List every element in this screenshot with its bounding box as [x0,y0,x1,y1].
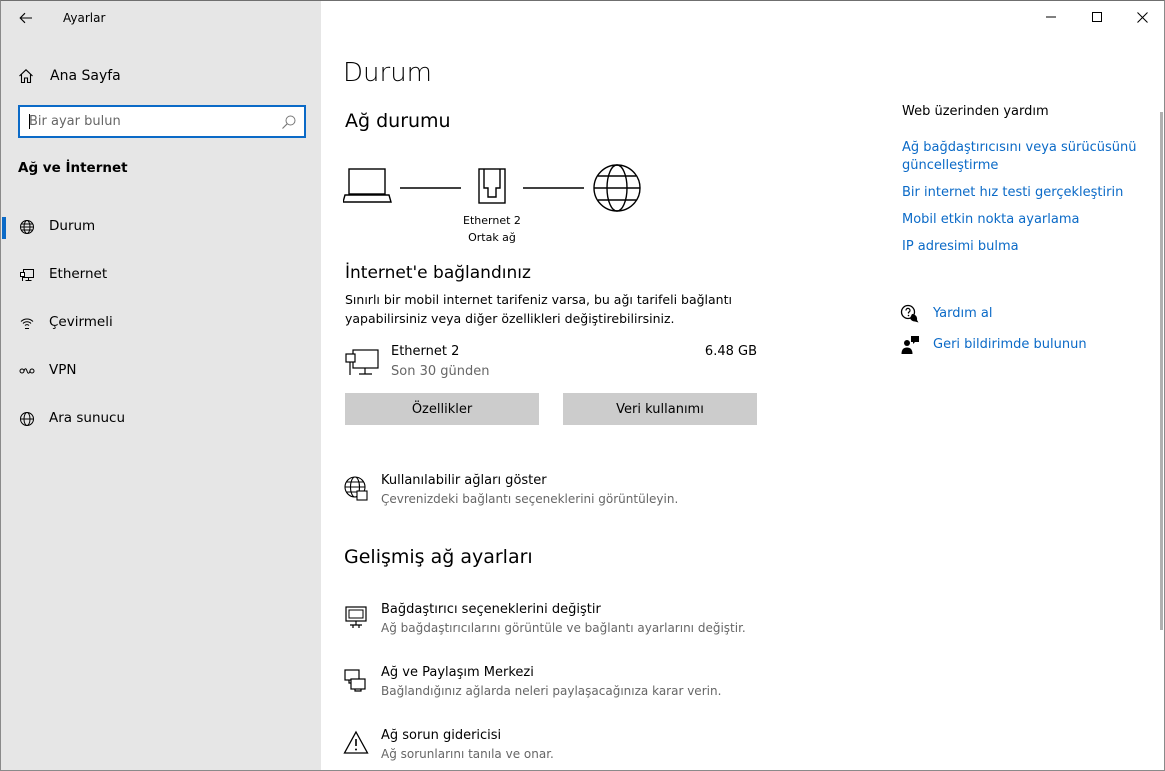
laptop-icon [343,168,392,203]
give-feedback-label: Geri bildirimde bulunun [933,337,1087,352]
data-usage-button[interactable]: Veri kullanımı [563,393,757,425]
help-link-speed-test[interactable]: Bir internet hız testi gerçekleştirin [902,184,1137,202]
search-icon[interactable] [281,114,297,130]
network-sharing-center[interactable]: Ağ ve Paylaşım Merkezi Bağlandığınız ağl… [343,665,783,707]
sidebar-item-label: Ethernet [49,266,108,282]
help-link-find-ip[interactable]: IP adresimi bulma [902,238,1137,256]
proxy-globe-icon [18,410,36,428]
link-title: Bağdaştırıcı seçeneklerini değiştir [381,602,601,617]
help-panel-title: Web üzerinden yardım [902,104,1049,119]
help-chat-icon [900,304,919,323]
adapter-usage-row: Ethernet 2 Son 30 günden 6.48 GB [345,344,757,384]
sidebar-item-durum[interactable]: Durum [2,203,321,251]
help-link-update-driver[interactable]: Ağ bağdaştırıcısını veya sürücüsünü günc… [902,139,1137,175]
link-title: Ağ ve Paylaşım Merkezi [381,665,534,680]
internet-globe-icon [593,164,641,212]
sidebar: Ayarlar Ana Sayfa Ağ ve İnternet Durum [1,1,321,770]
page-title: Durum [343,58,432,88]
ethernet-adapter-icon [345,349,379,375]
warning-triangle-icon [343,730,369,754]
link-subtitle: Bağlandığınız ağlarda neleri paylaşacağı… [381,684,722,698]
sidebar-home[interactable]: Ana Sayfa [17,65,121,87]
network-globe-icon [344,476,368,501]
show-available-networks[interactable]: Kullanılabilir ağları göster Çevrenizdek… [343,473,783,515]
back-arrow-icon [19,12,32,24]
search-input[interactable] [20,107,270,136]
network-status-heading: Ağ durumu [345,110,451,132]
sharing-center-icon [344,669,366,692]
diagram-adapter-name: Ethernet 2 [463,214,521,227]
sidebar-item-label: Ara sunucu [49,410,126,426]
link-title: Ağ sorun gidericisi [381,728,502,743]
adapter-period: Son 30 günden [391,364,490,379]
scrollbar[interactable] [1160,112,1163,630]
text-caret [29,114,30,129]
get-help-link[interactable]: Yardım al [900,304,1150,326]
give-feedback-link[interactable]: Geri bildirimde bulunun [900,335,1150,357]
sidebar-item-label: VPN [49,362,77,378]
dialup-icon [18,314,36,332]
change-adapter-options[interactable]: Bağdaştırıcı seçeneklerini değiştir Ağ b… [343,602,783,644]
search-box[interactable] [18,105,306,138]
get-help-label: Yardım al [933,306,993,321]
selection-indicator [2,217,6,239]
connection-status-title: İnternet'e bağlandınız [345,263,531,283]
home-icon [17,67,35,85]
help-link-hotspot[interactable]: Mobil etkin nokta ayarlama [902,211,1137,229]
adapter-settings-icon [345,606,367,628]
sidebar-item-ara-sunucu[interactable]: Ara sunucu [2,395,321,443]
link-title: Kullanılabilir ağları göster [381,473,547,488]
app-title: Ayarlar [63,11,106,25]
adapter-name: Ethernet 2 [391,344,460,359]
sidebar-item-label: Durum [49,218,96,234]
sidebar-item-ethernet[interactable]: Ethernet [2,251,321,299]
sidebar-item-label: Çevirmeli [49,314,113,330]
sidebar-home-label: Ana Sayfa [50,68,121,84]
advanced-settings-heading: Gelişmiş ağ ayarları [344,546,533,568]
adapter-data-usage: 6.48 GB [704,344,757,359]
back-button[interactable] [15,7,37,29]
sidebar-item-vpn[interactable]: VPN [2,347,321,395]
vpn-icon [18,362,36,380]
properties-button[interactable]: Özellikler [345,393,539,425]
ethernet-port-icon [478,168,506,204]
link-subtitle: Ağ bağdaştırıcılarını görüntüle ve bağla… [381,621,746,635]
feedback-person-icon [901,336,919,354]
connection-description: Sınırlı bir mobil internet tarifeniz var… [345,292,732,326]
ethernet-icon [18,266,36,284]
globe-status-icon [18,218,36,236]
link-subtitle: Çevrenizdeki bağlantı seçeneklerini görü… [381,492,679,506]
link-subtitle: Ağ sorunlarını tanıla ve onar. [381,747,554,761]
main-content: Durum Ağ durumu Ethernet 2 Ortak ağ İnte… [321,0,1165,771]
network-troubleshooter[interactable]: Ağ sorun gidericisi Ağ sorunlarını tanıl… [343,728,783,770]
diagram-network-type: Ortak ağ [468,231,516,244]
sidebar-item-cevirmeli[interactable]: Çevirmeli [2,299,321,347]
sidebar-section-title: Ağ ve İnternet [18,160,128,176]
